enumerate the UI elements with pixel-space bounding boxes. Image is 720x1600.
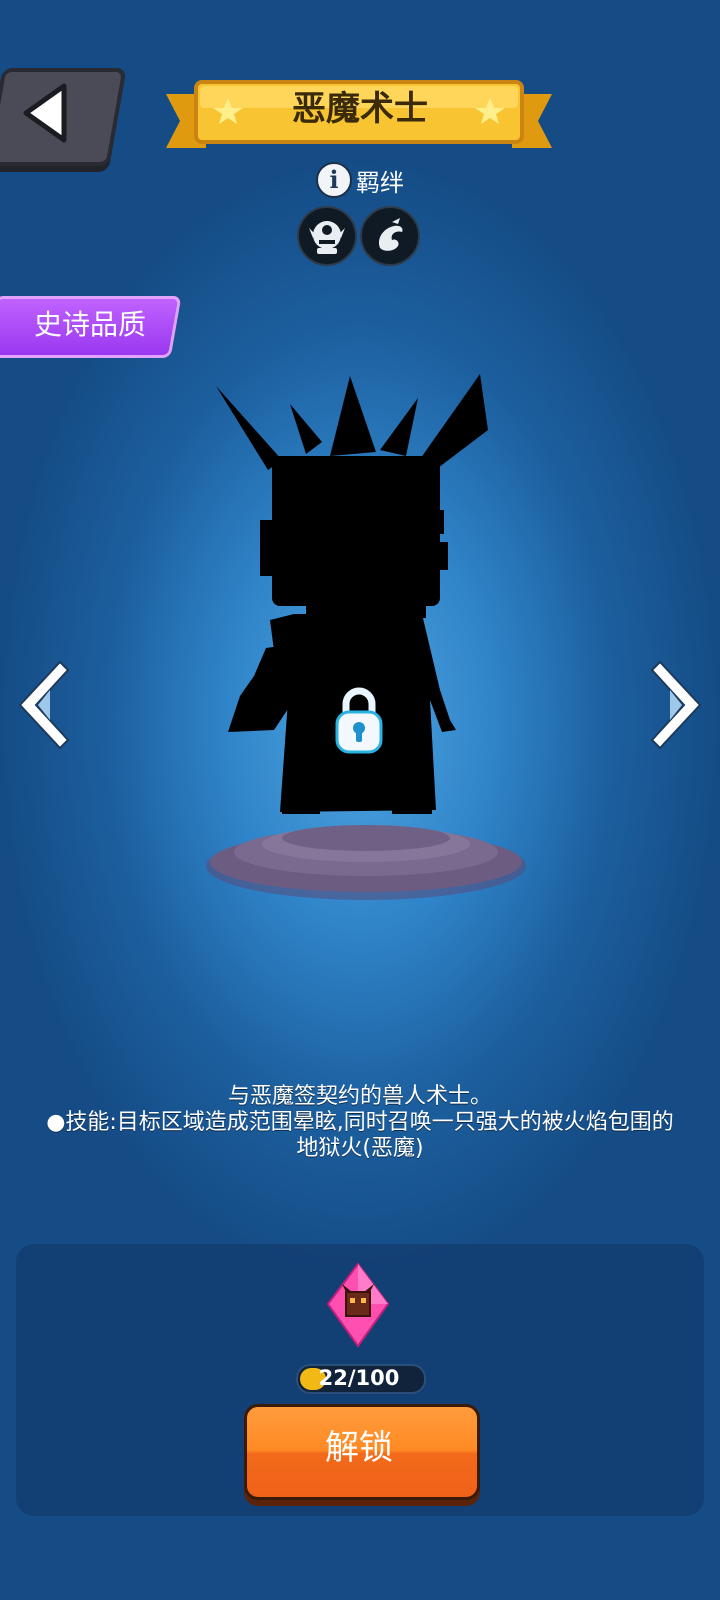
quality-label: 史诗品质 (33, 308, 146, 341)
dragon-faction-icon[interactable] (360, 206, 420, 266)
hero-description: 与恶魔签契约的兽人术士。 ●技能:目标区域造成范围晕眩,同时召唤一只强大的被火焰… (40, 1084, 680, 1162)
shard-progress-text: 22/100 (318, 1366, 400, 1390)
bond-row[interactable]: i 羁绊 (300, 162, 420, 198)
description-line-1: 与恶魔签契约的兽人术士。 (227, 1084, 492, 1109)
description-skill: ●技能:目标区域造成范围晕眩,同时召唤一只强大的被火焰包围的地狱火(恶魔) (46, 1110, 674, 1161)
back-arrow-icon[interactable] (18, 78, 88, 148)
character-silhouette (216, 374, 488, 814)
info-icon[interactable]: i (316, 162, 352, 198)
padlock-icon (335, 687, 383, 754)
previous-hero-arrow-icon[interactable] (16, 660, 70, 750)
unlock-button-label[interactable]: 解锁 (244, 1404, 474, 1494)
hero-name: 恶魔术士 (292, 89, 428, 129)
next-hero-arrow-icon[interactable] (650, 660, 704, 750)
hero-shard-icon (326, 1262, 390, 1348)
bond-label: 羁绊 (356, 168, 404, 197)
orc-faction-icon[interactable] (297, 206, 357, 266)
